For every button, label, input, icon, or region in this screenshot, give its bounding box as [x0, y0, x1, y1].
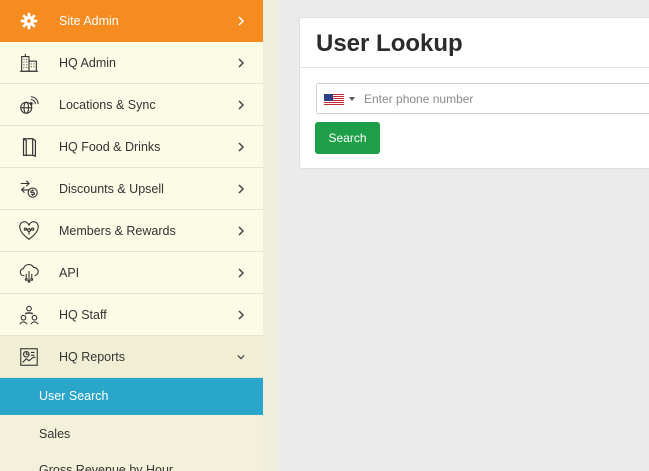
sidebar-item-hq-reports[interactable]: HQ Reports: [0, 336, 263, 378]
chevron-right-icon: [234, 0, 248, 42]
chevron-right-icon: [234, 42, 248, 84]
sidebar-subitem-sales[interactable]: Sales: [0, 415, 263, 454]
user-lookup-panel: User Lookup Search: [299, 17, 649, 169]
chevron-right-icon: [234, 252, 248, 294]
sidebar-item-locations-sync[interactable]: Locations & Sync: [0, 84, 263, 126]
globe-signal-icon: [17, 93, 41, 117]
phone-number-input[interactable]: [364, 84, 649, 113]
sidebar-item-label: Discounts & Upsell: [59, 182, 164, 196]
page-title: User Lookup: [316, 30, 463, 57]
sidebar-subitem-user-search[interactable]: User Search: [0, 378, 263, 415]
sidebar-subitem-label: Gross Revenue by Hour: [39, 463, 174, 471]
buildings-icon: [17, 51, 41, 75]
heart-network-icon: [17, 219, 41, 243]
sidebar-item-api[interactable]: API: [0, 252, 263, 294]
menu-book-icon: [17, 135, 41, 159]
sidebar-item-label: HQ Reports: [59, 350, 125, 364]
sidebar-item-members-rewards[interactable]: Members & Rewards: [0, 210, 263, 252]
staff-group-icon: [17, 303, 41, 327]
chevron-right-icon: [234, 168, 248, 210]
sidebar-subitem-label: Sales: [39, 427, 71, 441]
sidebar: Site Admin HQ Admin Locations & Sync HQ …: [0, 0, 263, 471]
divider: [300, 67, 649, 68]
sidebar-item-label: Locations & Sync: [59, 98, 156, 112]
us-flag-icon: [324, 93, 344, 105]
sidebar-item-label: HQ Food & Drinks: [59, 140, 161, 154]
sidebar-item-site-admin[interactable]: Site Admin: [0, 0, 263, 42]
sidebar-item-hq-staff[interactable]: HQ Staff: [0, 294, 263, 336]
sidebar-item-label: API: [59, 266, 80, 280]
sidebar-subitem-gross-revenue-by-hour[interactable]: Gross Revenue by Hour: [0, 454, 263, 471]
country-selector[interactable]: [317, 84, 359, 113]
cloud-network-icon: [17, 261, 41, 285]
chevron-right-icon: [234, 84, 248, 126]
sidebar-item-hq-food-drinks[interactable]: HQ Food & Drinks: [0, 126, 263, 168]
dollar-cycle-icon: [17, 177, 41, 201]
chevron-right-icon: [234, 126, 248, 168]
sidebar-item-label: Site Admin: [59, 14, 119, 28]
sidebar-subitem-label: User Search: [39, 389, 109, 403]
search-button[interactable]: Search: [315, 122, 380, 154]
sidebar-item-label: HQ Admin: [59, 56, 116, 70]
sidebar-gutter: [263, 0, 279, 471]
chevron-right-icon: [234, 294, 248, 336]
chevron-right-icon: [234, 210, 248, 252]
sidebar-item-hq-admin[interactable]: HQ Admin: [0, 42, 263, 84]
phone-input-group: [316, 83, 649, 114]
gear-icon: [17, 9, 41, 33]
chevron-down-icon: [234, 336, 248, 378]
sidebar-item-label: Members & Rewards: [59, 224, 176, 238]
report-chart-icon: [17, 345, 41, 369]
sidebar-item-label: HQ Staff: [59, 308, 107, 322]
caret-down-icon: [349, 96, 355, 101]
sidebar-item-discounts-upsell[interactable]: Discounts & Upsell: [0, 168, 263, 210]
